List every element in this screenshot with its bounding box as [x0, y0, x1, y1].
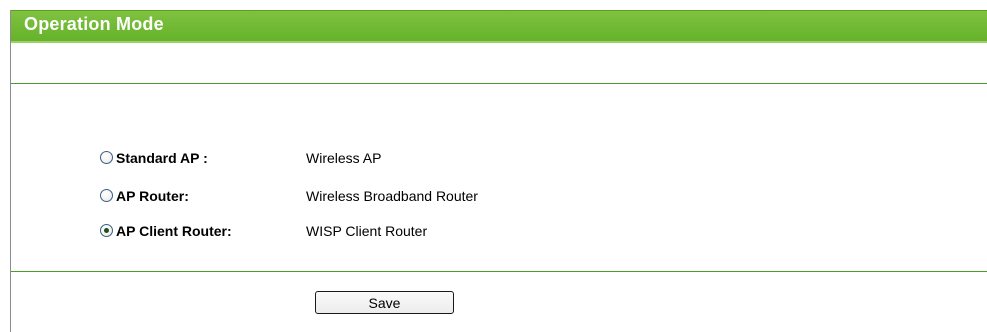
standard-ap-label: Standard AP :: [116, 150, 208, 166]
title-bar: Operation Mode: [11, 10, 987, 41]
ap-client-router-description: WISP Client Router: [306, 223, 428, 239]
ap-router-radio[interactable]: [100, 189, 113, 202]
save-button[interactable]: Save: [315, 291, 454, 314]
option-standard-ap[interactable]: Standard AP : Wireless AP: [100, 148, 700, 168]
divider-bottom: [11, 271, 987, 272]
divider-top: [11, 83, 987, 84]
page-title: Operation Mode: [24, 14, 164, 34]
option-ap-client-router[interactable]: AP Client Router: WISP Client Router: [100, 221, 700, 241]
operation-mode-panel: Operation Mode Standard AP : Wireless AP…: [10, 10, 987, 332]
standard-ap-description: Wireless AP: [306, 150, 382, 166]
ap-router-description: Wireless Broadband Router: [306, 188, 478, 204]
ap-client-router-radio[interactable]: [100, 224, 113, 237]
radio-selected-dot-icon: [104, 228, 109, 233]
ap-router-label: AP Router:: [116, 188, 189, 204]
option-ap-router[interactable]: AP Router: Wireless Broadband Router: [100, 186, 700, 206]
standard-ap-radio[interactable]: [100, 151, 113, 164]
title-underline: [11, 41, 987, 43]
ap-client-router-label: AP Client Router:: [116, 223, 232, 239]
